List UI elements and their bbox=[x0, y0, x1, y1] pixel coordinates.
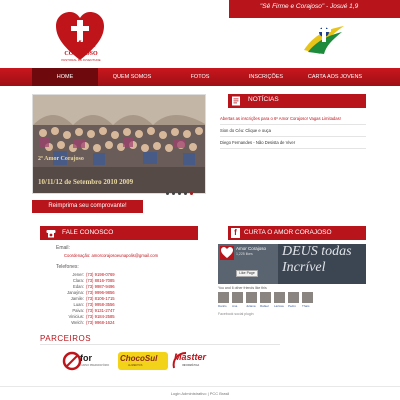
facebook-cover-text: DEUS todas Incrível bbox=[282, 244, 352, 276]
phone-contact-name: Clara: bbox=[72, 278, 84, 283]
slider-dot[interactable] bbox=[166, 192, 169, 195]
facebook-friend-name[interactable]: Larissa bbox=[274, 304, 284, 308]
slider-dot[interactable] bbox=[178, 192, 181, 195]
phone-number: (73) 9996-9856 bbox=[86, 290, 115, 295]
news-link-diego[interactable]: Diego Fernandes - Não Desista de Viver bbox=[220, 140, 295, 145]
phone-number: (73) 9987-9496 bbox=[86, 284, 115, 289]
partner-chocosul-sub: ALIMENTOS bbox=[128, 364, 143, 367]
news-divider bbox=[220, 124, 366, 125]
facebook-friend-name[interactable]: Danilo bbox=[218, 304, 227, 308]
slider-dot[interactable] bbox=[190, 192, 193, 195]
phone-contact-name: Welch: bbox=[71, 320, 84, 325]
page: AMOR CORAJOSO PASTORAL DA JUVENTUDE "Sê … bbox=[0, 0, 400, 400]
email-label: Email: bbox=[56, 245, 70, 251]
phone-number: (73) 9968-1624 bbox=[86, 320, 115, 325]
slider-dots bbox=[166, 192, 193, 195]
phone-number: (73) 8816-7085 bbox=[86, 278, 115, 283]
facebook-friends-text: You and 6 other friends like this bbox=[218, 286, 267, 290]
cover-text-line1: DEUS todas bbox=[282, 244, 352, 259]
facebook-friend-avatar[interactable] bbox=[302, 292, 313, 303]
logo-word-corajoso: CORAJOSO bbox=[64, 51, 98, 57]
footer-divider bbox=[0, 386, 400, 387]
nav-fotos[interactable]: FOTOS bbox=[170, 68, 230, 86]
reprint-receipt-button[interactable]: Reimprima seu comprovante! bbox=[32, 200, 143, 213]
facebook-likes: 1,225 likes bbox=[236, 252, 253, 256]
header-quote: "Sê Firme e Corajoso" - Josué 1,9 bbox=[260, 3, 359, 10]
facebook-friend-name[interactable]: Juliana bbox=[246, 304, 256, 308]
phone-contact-name: Jener: bbox=[72, 272, 84, 277]
cover-text-line2: Incrível bbox=[282, 260, 326, 275]
partner-chocosul-name: ChocoSul bbox=[120, 354, 158, 363]
phone-row: Clara: (73) 8816-7085 bbox=[64, 278, 115, 283]
facebook-friend-name[interactable]: Rafael bbox=[260, 304, 269, 308]
phone-row: Vinicius: (73) 9184-2585 bbox=[64, 314, 115, 319]
news-link-inscricoes[interactable]: Abertas as inscrições para o 6º Amor Cor… bbox=[220, 116, 341, 121]
facebook-icon: f bbox=[231, 228, 240, 238]
phone-row: Edan: (73) 9987-9496 bbox=[64, 284, 115, 289]
phone-row: Luan: (73) 9958-3556 bbox=[64, 302, 115, 307]
facebook-page-name[interactable]: Amor Corajoso bbox=[236, 246, 266, 251]
facebook-friend-avatar[interactable] bbox=[260, 292, 271, 303]
logo-word-amor: AMOR bbox=[66, 39, 96, 49]
facebook-friend-name[interactable]: Thaís bbox=[302, 304, 310, 308]
phone-contact-name: Edan: bbox=[73, 284, 84, 289]
news-link-sion[interactable]: Sion do Céu: Clique e ouça bbox=[220, 128, 271, 133]
slider-date: 10/11/12 de Setembro 2010 2009 bbox=[38, 178, 134, 186]
slider-dot[interactable] bbox=[172, 192, 175, 195]
facebook-title: CURTA O AMOR CORAJOSO bbox=[244, 229, 332, 236]
phone-number: (73) 9184-2585 bbox=[86, 314, 115, 319]
nav-inscricoes[interactable]: INSCRIÇÕES bbox=[235, 68, 297, 86]
nav-quem-somos[interactable]: QUEM SOMOS bbox=[102, 68, 162, 86]
phone-row: Janaýna: (73) 9996-9856 bbox=[64, 290, 115, 295]
news-divider bbox=[220, 148, 366, 149]
jubilee-emblem-icon bbox=[304, 24, 344, 54]
facebook-friend-avatar[interactable] bbox=[232, 292, 243, 303]
phone-number: (73) 8106-1715 bbox=[86, 296, 115, 301]
partner-mastter-name: Mastter bbox=[174, 352, 207, 362]
facebook-friend-name[interactable]: Pedro bbox=[288, 304, 296, 308]
logo-title: AMOR CORAJOSO bbox=[56, 40, 106, 58]
phone-number: (73) 9958-3556 bbox=[86, 302, 115, 307]
slider-caption: 2º Amor Corajoso bbox=[38, 156, 84, 162]
phone-contact-name: Paiva: bbox=[72, 308, 84, 313]
contact-title: FALE CONOSCO bbox=[62, 229, 114, 236]
footer-links[interactable]: Login Administrativo | PCC Brasil bbox=[0, 391, 400, 396]
facebook-friend-name[interactable]: Ana bbox=[232, 304, 237, 308]
phone-contact-name: Vinicius: bbox=[68, 314, 84, 319]
phone-number: (73) 9131-2747 bbox=[86, 308, 115, 313]
phone-row: Paiva: (73) 9131-2747 bbox=[64, 308, 115, 313]
telephone-icon bbox=[46, 230, 56, 238]
facebook-plugin-label: Facebook social plugin bbox=[218, 312, 254, 316]
phones-label: Telefones: bbox=[56, 264, 79, 270]
facebook-friend-avatar[interactable] bbox=[288, 292, 299, 303]
document-icon bbox=[232, 96, 240, 106]
facebook-friend-avatar[interactable] bbox=[218, 292, 229, 303]
partner-for-sub: CURSO PREPARATÓRIO bbox=[80, 364, 110, 367]
logo-subtitle: PASTORAL DA JUVENTUDE bbox=[61, 58, 101, 62]
facebook-friend-avatar[interactable] bbox=[246, 292, 257, 303]
slider-dot[interactable] bbox=[184, 192, 187, 195]
facebook-faces bbox=[218, 292, 313, 303]
email-coordination[interactable]: Coordenação: amorcorajosoeunapolis@gmail… bbox=[64, 253, 158, 258]
facebook-friend-avatar[interactable] bbox=[274, 292, 285, 303]
partner-for-name: for bbox=[80, 353, 92, 363]
nav-carta-aos-jovens[interactable]: CARTA AOS JOVENS bbox=[302, 68, 368, 86]
partner-mastter-sub: INFORMÁTICA bbox=[182, 364, 200, 367]
news-title: NOTÍCIAS bbox=[248, 96, 279, 103]
phone-contact-name: Janaýna: bbox=[67, 290, 84, 295]
phone-number: (73) 9198-0769 bbox=[86, 272, 115, 277]
phone-row: Jamile: (73) 8106-1715 bbox=[64, 296, 115, 301]
phone-row: Jener: (73) 9198-0769 bbox=[64, 272, 115, 277]
phone-row: Welch: (73) 9968-1624 bbox=[64, 320, 115, 325]
nav-home[interactable]: HOME bbox=[32, 68, 98, 86]
partners-divider bbox=[40, 344, 280, 345]
partners-title: PARCEIROS bbox=[40, 334, 92, 343]
phone-contact-name: Luan: bbox=[73, 302, 84, 307]
facebook-like-button[interactable]: Like Page bbox=[236, 270, 258, 277]
news-divider bbox=[220, 136, 366, 137]
phone-contact-name: Jamile: bbox=[70, 296, 84, 301]
